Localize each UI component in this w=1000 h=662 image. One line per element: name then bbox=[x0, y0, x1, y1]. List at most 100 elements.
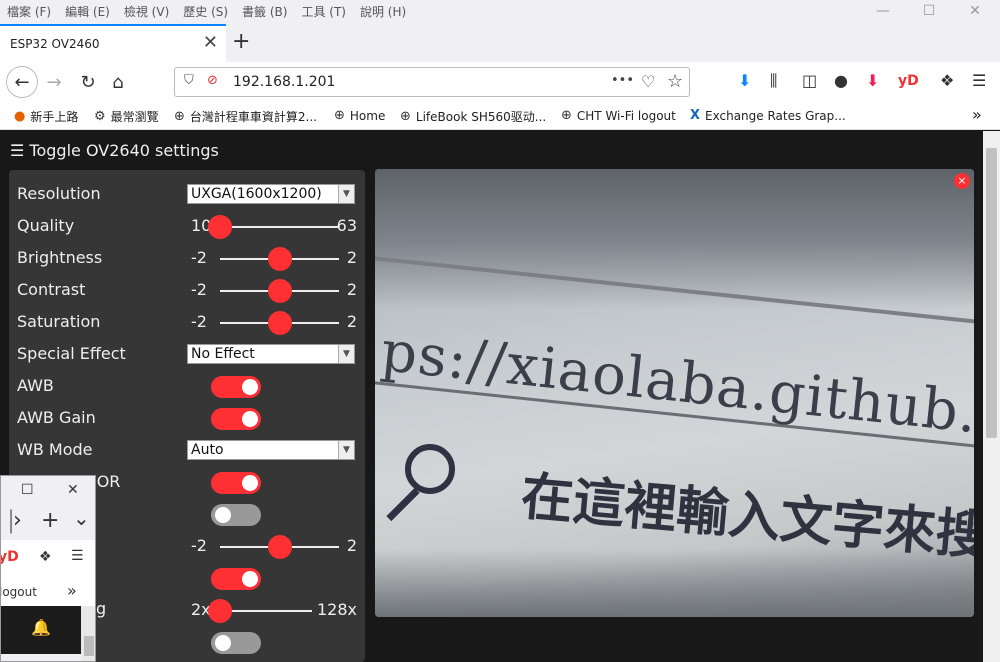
menu-view[interactable]: 檢視 (V) bbox=[117, 3, 176, 20]
page-actions-button[interactable]: ••• bbox=[611, 73, 634, 88]
range-min: -2 bbox=[191, 280, 207, 299]
close-window-button[interactable]: ✕ bbox=[952, 0, 998, 22]
tab-list-icon[interactable]: ⌄ bbox=[73, 506, 90, 530]
menu-icon[interactable]: ☰ bbox=[71, 548, 84, 564]
slider-thumb[interactable] bbox=[267, 247, 292, 271]
bookmark-item[interactable]: logout bbox=[1, 585, 37, 599]
setting-row: AWB bbox=[17, 372, 357, 400]
slider-track[interactable] bbox=[220, 610, 312, 612]
menu-help[interactable]: 說明 (H) bbox=[353, 3, 413, 20]
slider-thumb[interactable] bbox=[208, 215, 232, 239]
slider-thumb[interactable] bbox=[267, 279, 292, 303]
tab-scroll-right-icon[interactable]: › bbox=[13, 508, 22, 533]
menu-icon[interactable]: ☰ bbox=[972, 71, 986, 90]
range-max: 2 bbox=[346, 312, 357, 331]
slider-track[interactable] bbox=[220, 226, 339, 228]
download-icon[interactable]: ⬇ bbox=[738, 71, 751, 90]
menu-tools[interactable]: 工具 (T) bbox=[294, 3, 353, 20]
range-min: -2 bbox=[191, 248, 207, 267]
extension-download-icon[interactable]: ⬇ bbox=[866, 71, 879, 90]
toggle-knob bbox=[215, 635, 231, 651]
bookmark-item[interactable]: ⊕ CHT Wi-Fi logout bbox=[561, 108, 676, 123]
tab-esp32[interactable]: ESP32 OV2460 ✕ bbox=[0, 24, 226, 62]
url-bar[interactable]: ⛉ ⊘ 192.168.1.201 ••• ♡ ☆ bbox=[174, 67, 690, 97]
shield-icon: ⛉ bbox=[184, 73, 194, 88]
yd-extension-icon[interactable]: yD bbox=[1, 549, 19, 565]
bookmarks-overflow-button[interactable]: » bbox=[67, 581, 77, 600]
bookmark-star-icon[interactable]: ☆ bbox=[667, 71, 683, 92]
maximize-button[interactable]: ☐ bbox=[21, 482, 34, 498]
bookmark-item[interactable]: ⊕ 台灣計程車車資計算2... bbox=[174, 108, 317, 125]
setting-select[interactable]: UXGA(1600x1200) ▼ bbox=[187, 184, 355, 204]
range-max: 2 bbox=[346, 536, 357, 555]
reload-button[interactable]: ↻ bbox=[74, 68, 102, 96]
forward-button[interactable]: → bbox=[40, 68, 68, 96]
setting-toggle[interactable] bbox=[211, 472, 261, 494]
minimize-button[interactable]: — bbox=[860, 0, 906, 22]
slider-thumb[interactable] bbox=[208, 599, 232, 623]
firefox-icon: ● bbox=[14, 109, 26, 124]
setting-label: Brightness bbox=[17, 248, 103, 267]
toggle-knob bbox=[242, 571, 258, 587]
globe-icon: ⊕ bbox=[561, 108, 572, 123]
range-min: -2 bbox=[191, 312, 207, 331]
yd-extension-icon[interactable]: yD bbox=[898, 73, 919, 89]
bookmarks-overflow-button[interactable]: » bbox=[972, 105, 982, 124]
bookmarks-toolbar: ● 新手上路 ⚙ 最常瀏覽 ⊕ 台灣計程車車資計算2... ⊕ Home ⊕ LifeBo… bbox=[0, 102, 1000, 130]
bookmark-item[interactable]: ⚙ 最常瀏覽 bbox=[94, 108, 159, 125]
setting-toggle[interactable] bbox=[211, 504, 261, 526]
menu-file[interactable]: 檔案 (F) bbox=[0, 3, 58, 20]
bookmark-item[interactable]: ⊕ LifeBook SH560驱动... bbox=[400, 108, 546, 125]
setting-toggle[interactable] bbox=[211, 408, 261, 430]
insecure-lock-icon: ⊘ bbox=[207, 73, 218, 88]
tab-strip: ESP32 OV2460 ✕ + bbox=[0, 22, 1000, 62]
toggle-knob bbox=[242, 475, 258, 491]
toggle-settings-button[interactable]: ☰ Toggle OV2640 settings bbox=[10, 141, 219, 160]
bookmark-item[interactable]: ● 新手上路 bbox=[14, 108, 78, 125]
setting-toggle[interactable] bbox=[211, 632, 261, 654]
slider-thumb[interactable] bbox=[267, 535, 292, 559]
setting-label: Special Effect bbox=[17, 344, 126, 363]
setting-toggle[interactable] bbox=[211, 568, 261, 590]
back-button[interactable]: ← bbox=[6, 66, 38, 98]
menu-edit[interactable]: 編輯 (E) bbox=[58, 3, 117, 20]
new-tab-button[interactable]: + bbox=[41, 508, 59, 533]
setting-row: Resolution UXGA(1600x1200) ▼ bbox=[17, 180, 357, 208]
setting-toggle[interactable] bbox=[211, 376, 261, 398]
close-stream-button[interactable]: × bbox=[954, 173, 970, 189]
setting-select[interactable]: No Effect ▼ bbox=[187, 344, 355, 364]
bookmark-item[interactable]: X Exchange Rates Grap... bbox=[690, 108, 846, 123]
url-text[interactable]: 192.168.1.201 bbox=[233, 74, 335, 90]
setting-label: WB Mode bbox=[17, 440, 93, 459]
account-icon[interactable]: ● bbox=[834, 71, 848, 90]
setting-row: Brightness -2 2 bbox=[17, 244, 357, 272]
extensions-icon[interactable]: ❖ bbox=[39, 549, 52, 565]
sidebar-icon[interactable]: ◫ bbox=[802, 71, 817, 90]
library-icon[interactable]: ⫼ bbox=[770, 71, 777, 91]
chevron-down-icon: ▼ bbox=[338, 441, 354, 459]
range-min: -2 bbox=[191, 536, 207, 555]
slider-thumb[interactable] bbox=[267, 311, 292, 335]
menu-bookmarks[interactable]: 書籤 (B) bbox=[235, 3, 294, 20]
overlapping-window: ☐ ✕ | › + ⌄ yD ❖ ☰ logout » 🔔 bbox=[0, 475, 96, 662]
home-button[interactable]: ⌂ bbox=[104, 68, 132, 96]
browser-window: 檔案 (F) 編輯 (E) 檢視 (V) 歷史 (S) 書籤 (B) 工具 (T… bbox=[0, 0, 1000, 662]
pocket-icon[interactable]: ♡ bbox=[641, 72, 655, 91]
bell-icon[interactable]: 🔔 bbox=[31, 618, 51, 637]
setting-row: WB Mode Auto ▼ bbox=[17, 436, 357, 464]
menu-history[interactable]: 歷史 (S) bbox=[176, 3, 235, 20]
range-max: 2 bbox=[346, 280, 357, 299]
scrollbar-thumb[interactable] bbox=[84, 636, 94, 656]
bookmark-item[interactable]: ⊕ Home bbox=[334, 108, 385, 123]
scrollbar-thumb[interactable] bbox=[986, 148, 997, 438]
toggle-knob bbox=[242, 379, 258, 395]
close-window-button[interactable]: ✕ bbox=[67, 482, 79, 498]
toggle-knob bbox=[242, 411, 258, 427]
extensions-icon[interactable]: ❖ bbox=[940, 71, 954, 90]
setting-select[interactable]: Auto ▼ bbox=[187, 440, 355, 460]
new-tab-button[interactable]: + bbox=[232, 30, 250, 54]
setting-label: AWB bbox=[17, 376, 54, 395]
chevron-down-icon: ▼ bbox=[338, 345, 354, 363]
maximize-button[interactable]: ☐ bbox=[906, 0, 952, 22]
tab-close-icon[interactable]: ✕ bbox=[203, 32, 218, 53]
